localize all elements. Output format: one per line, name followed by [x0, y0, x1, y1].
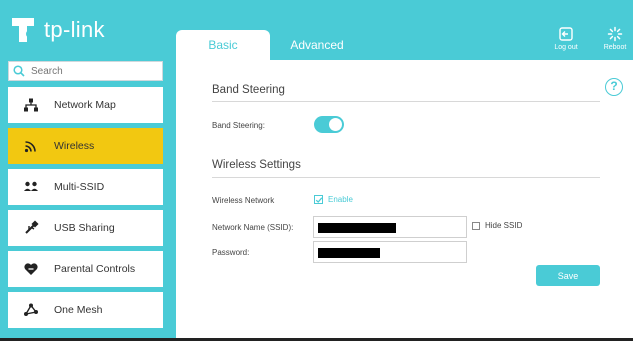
tab-advanced[interactable]: Advanced — [280, 30, 354, 60]
logout-button[interactable]: Log out — [545, 26, 587, 51]
sidebar-nav: Network Map Wireless Multi-SSID USB Shar… — [8, 87, 163, 333]
band-steering-label: Band Steering: — [212, 121, 265, 130]
logout-label: Log out — [554, 44, 578, 51]
sidebar-item-label: Network Map — [54, 99, 116, 111]
wireless-network-label: Wireless Network — [212, 196, 275, 205]
help-icon[interactable]: ? — [605, 78, 623, 96]
sidebar-item-network-map[interactable]: Network Map — [8, 87, 163, 123]
sidebar-item-label: Wireless — [54, 140, 95, 152]
password-input[interactable] — [313, 241, 467, 263]
wireless-settings-title: Wireless Settings — [212, 159, 301, 171]
content-panel: ? Band Steering Band Steering: Wireless … — [176, 60, 633, 338]
enable-wireless-option[interactable]: Enable — [314, 195, 353, 204]
divider — [212, 177, 600, 178]
redacted-ssid — [318, 223, 396, 233]
sidebar-item-one-mesh[interactable]: One Mesh — [8, 292, 163, 328]
enable-checkbox[interactable] — [314, 195, 323, 204]
search-box[interactable] — [8, 61, 163, 81]
hide-ssid-checkbox[interactable] — [472, 221, 480, 230]
tp-link-logo: tp-link — [8, 14, 105, 46]
sidebar-item-label: One Mesh — [54, 304, 103, 316]
reboot-icon — [607, 26, 623, 42]
enable-label: Enable — [328, 195, 353, 204]
reboot-label: Reboot — [603, 44, 627, 51]
password-label: Password: — [212, 248, 250, 257]
hide-ssid-label: Hide SSID — [485, 221, 523, 230]
logout-icon — [559, 27, 573, 41]
sidebar-item-multi-ssid[interactable]: Multi-SSID — [8, 169, 163, 205]
divider — [212, 101, 600, 102]
tp-link-mark-icon — [8, 14, 38, 46]
ssid-label: Network Name (SSID): — [212, 223, 294, 232]
sidebar-item-label: USB Sharing — [54, 222, 115, 234]
heart-shield-icon — [24, 263, 38, 275]
sidebar-item-wireless[interactable]: Wireless — [8, 128, 163, 164]
search-icon — [13, 65, 25, 77]
ssid-input[interactable] — [313, 216, 467, 238]
mesh-icon — [24, 303, 38, 316]
band-steering-title: Band Steering — [212, 84, 285, 96]
sidebar-item-usb-sharing[interactable]: USB Sharing — [8, 210, 163, 246]
sidebar-item-parental-controls[interactable]: Parental Controls — [8, 251, 163, 287]
wifi-icon — [24, 141, 36, 153]
band-steering-toggle[interactable] — [314, 116, 344, 133]
checkmark-icon — [315, 197, 323, 203]
usb-icon — [25, 220, 39, 234]
sidebar-item-label: Parental Controls — [54, 263, 136, 275]
hide-ssid-option[interactable]: Hide SSID — [472, 221, 522, 230]
toggle-knob — [329, 118, 342, 131]
brand-name: tp-link — [44, 17, 105, 42]
save-button[interactable]: Save — [536, 265, 600, 286]
sidebar-item-label: Multi-SSID — [54, 181, 105, 193]
tab-basic[interactable]: Basic — [176, 30, 270, 60]
search-input[interactable] — [31, 65, 151, 77]
multi-ssid-icon — [24, 181, 38, 191]
network-map-icon — [24, 98, 38, 112]
reboot-button[interactable]: Reboot — [594, 26, 633, 51]
redacted-password — [318, 248, 380, 258]
